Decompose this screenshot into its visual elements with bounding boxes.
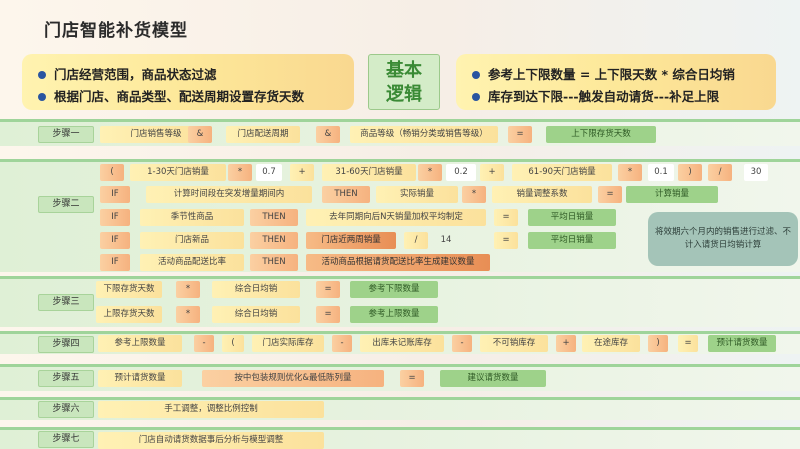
- operator-plus: +: [556, 335, 576, 352]
- operator-equals: =: [316, 306, 340, 323]
- bullet-icon: [472, 70, 480, 79]
- unposted-outbound-stock: 出库未记账库存: [360, 335, 444, 352]
- in-transit-stock: 在途库存: [582, 335, 640, 352]
- bullet-icon: [38, 70, 46, 79]
- store-actual-stock: 门店实际库存: [252, 335, 324, 352]
- operator-and: &: [316, 126, 340, 143]
- avg-daily-sales-result: 平均日销量: [528, 232, 616, 249]
- combined-avg-sales: 综合日均销: [212, 281, 300, 298]
- step-5-label: 步骤五: [38, 370, 94, 387]
- paren-open: (: [100, 164, 124, 181]
- step-6-label: 步骤六: [38, 401, 94, 418]
- actual-sales: 实际销量: [376, 186, 458, 203]
- pack-rule-optimization: 按中包装规则优化&最低陈列量: [202, 370, 384, 387]
- operator-equals: =: [494, 232, 518, 249]
- operator-multiply: *: [176, 306, 200, 323]
- ref-upper-qty: 参考上限数量: [98, 335, 182, 352]
- operator-divide: /: [708, 164, 732, 181]
- upper-limit-days: 上限存货天数: [96, 306, 162, 323]
- est-request-qty-result: 预计请货数量: [708, 335, 776, 352]
- if-keyword: IF: [100, 209, 130, 226]
- step-1-label: 步骤一: [38, 126, 94, 143]
- calculated-sales-result: 计算销量: [626, 186, 718, 203]
- operator-equals: =: [494, 209, 518, 226]
- operator-equals: =: [316, 281, 340, 298]
- if-keyword: IF: [100, 254, 130, 271]
- seasonal-product: 季节性商品: [140, 209, 244, 226]
- weight-0-1: 0.1: [648, 164, 674, 181]
- step-7-label: 步骤七: [38, 431, 94, 448]
- step-3-label: 步骤三: [38, 294, 94, 311]
- operator-plus: +: [480, 164, 504, 181]
- logic-line-2: 逻辑: [386, 84, 422, 105]
- est-request-qty: 预计请货数量: [98, 370, 182, 387]
- unsellable-stock: 不可销库存: [480, 335, 548, 352]
- bullet-icon: [38, 92, 46, 101]
- then-keyword: THEN: [250, 254, 298, 271]
- then-keyword: THEN: [322, 186, 370, 203]
- surge-period-condition: 计算时间段在突发增量期间内: [146, 186, 312, 203]
- operator-multiply: *: [418, 164, 442, 181]
- operator-multiply: *: [462, 186, 486, 203]
- step-2-label: 步骤二: [38, 196, 94, 213]
- sales-61-90: 61-90天门店销量: [512, 164, 612, 181]
- ref-lower-qty-result: 参考下限数量: [350, 281, 438, 298]
- paren-close: ): [648, 335, 668, 352]
- step-4-label: 步骤四: [38, 336, 94, 353]
- then-keyword: THEN: [250, 209, 298, 226]
- sales-31-60: 31-60天门店销量: [322, 164, 416, 181]
- operator-minus: -: [194, 335, 214, 352]
- store-new-product: 门店新品: [140, 232, 244, 249]
- store-delivery-cycle: 门店配送周期: [226, 126, 300, 143]
- operator-equals: =: [400, 370, 424, 387]
- left-panel-line-1: 门店经营范围，商品状态过滤: [54, 67, 217, 82]
- product-grade: 商品等级（畅销分类或销售等级）: [350, 126, 498, 143]
- paren-close: ): [678, 164, 702, 181]
- manual-adjustment: 手工调整，调整比例控制: [98, 401, 324, 418]
- combined-avg-sales: 综合日均销: [212, 306, 300, 323]
- ref-upper-qty-result: 参考上限数量: [350, 306, 438, 323]
- operator-equals: =: [508, 126, 532, 143]
- divisor-14: 14: [440, 235, 452, 245]
- left-panel-line-2: 根据门店、商品类型、配送周期设置存货天数: [54, 89, 305, 104]
- right-panel-line-1: 参考上下限数量 = 上下限天数 * 综合日均销: [488, 67, 735, 82]
- right-summary-panel: 参考上下限数量 = 上下限天数 * 综合日均销 库存到达下限---触发自动请货-…: [456, 54, 776, 110]
- operator-multiply: *: [176, 281, 200, 298]
- post-analysis-adjustment: 门店自动请货数据事后分析与模型调整: [98, 432, 324, 449]
- operator-plus: +: [290, 164, 314, 181]
- paren-open: (: [222, 335, 244, 352]
- left-summary-panel: 门店经营范围，商品状态过滤 根据门店、商品类型、配送周期设置存货天数: [22, 54, 354, 110]
- sales-1-30: 1-30天门店销量: [130, 164, 226, 181]
- two-week-sales: 门店近两周销量: [306, 232, 396, 249]
- expiry-filter-note: 将效期六个月内的销售进行过滤、不计入请货日均销计算: [648, 212, 798, 266]
- lower-limit-days: 下限存货天数: [96, 281, 162, 298]
- promo-delivery-ratio: 活动商品配送比率: [140, 254, 244, 271]
- bullet-icon: [472, 92, 480, 101]
- avg-daily-sales-result: 平均日销量: [528, 209, 616, 226]
- operator-equals: =: [598, 186, 622, 203]
- divisor-30: 30: [744, 164, 768, 181]
- weight-0-7: 0.7: [256, 164, 282, 181]
- logic-line-1: 基本: [386, 60, 422, 81]
- inventory-days-result: 上下限存货天数: [546, 126, 656, 143]
- operator-minus: -: [332, 335, 352, 352]
- seasonal-weighted-avg: 去年同期向后N天销量加权平均制定: [306, 209, 486, 226]
- operator-and: &: [188, 126, 212, 143]
- page-title: 门店智能补货模型: [44, 21, 188, 41]
- then-keyword: THEN: [250, 232, 298, 249]
- operator-equals: =: [678, 335, 698, 352]
- operator-minus: -: [452, 335, 472, 352]
- right-panel-line-2: 库存到达下限---触发自动请货---补足上限: [488, 89, 720, 104]
- basic-logic-box: 基本 逻辑: [368, 54, 440, 110]
- sales-adjust-factor: 销量调整系数: [492, 186, 592, 203]
- operator-divide: /: [404, 232, 428, 249]
- operator-multiply: *: [618, 164, 642, 181]
- promo-suggested-qty: 活动商品根据请货配送比率生成建议数量: [306, 254, 490, 271]
- operator-multiply: *: [228, 164, 252, 181]
- weight-0-2: 0.2: [446, 164, 476, 181]
- if-keyword: IF: [100, 232, 130, 249]
- suggested-request-qty-result: 建议请货数量: [440, 370, 546, 387]
- if-keyword: IF: [100, 186, 130, 203]
